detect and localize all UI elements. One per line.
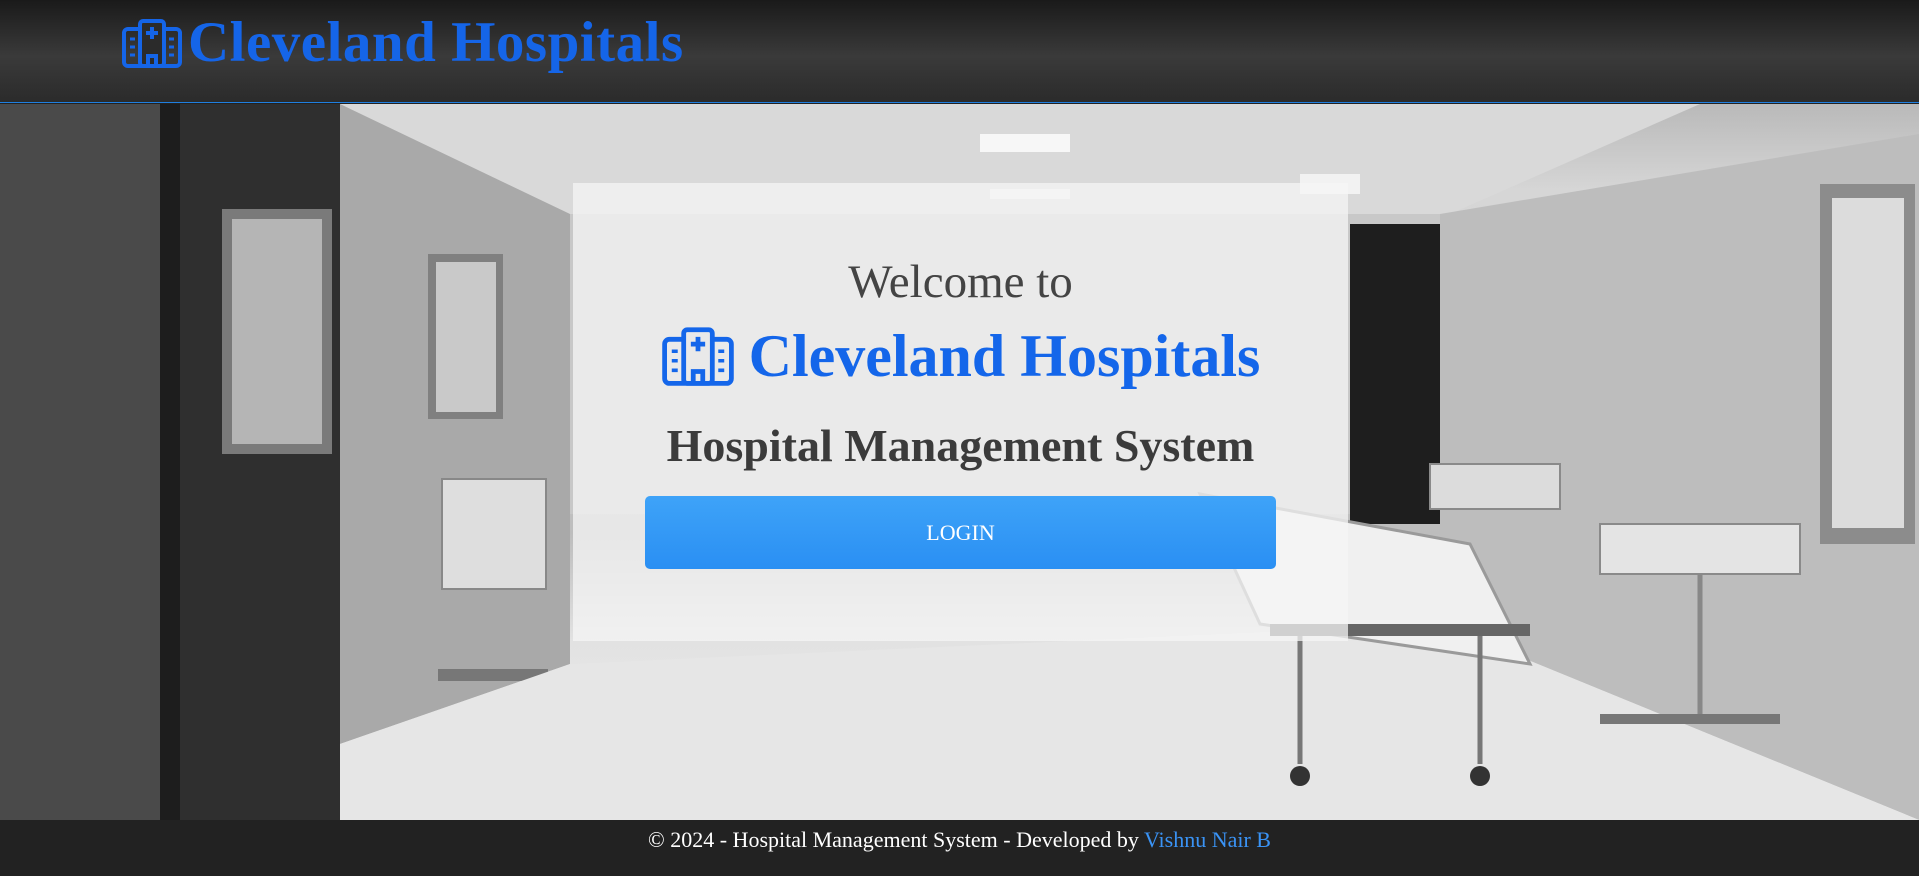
hero-section: Welcome to Cleveland Hospitals Hospital … xyxy=(0,104,1919,820)
card-brand: Cleveland Hospitals xyxy=(573,325,1348,387)
brand-link[interactable]: Cleveland Hospitals xyxy=(121,14,684,71)
welcome-heading: Welcome to xyxy=(848,256,1073,308)
brand-title: Cleveland Hospitals xyxy=(188,11,684,74)
welcome-card: Welcome to Cleveland Hospitals Hospital … xyxy=(573,183,1348,641)
system-subtitle: Hospital Management System xyxy=(666,420,1255,471)
top-navbar: Cleveland Hospitals xyxy=(0,0,1919,103)
footer: © 2024 - Hospital Management System - De… xyxy=(0,821,1919,876)
hospital-icon xyxy=(661,327,734,386)
hospital-icon xyxy=(122,18,182,68)
developer-link[interactable]: Vishnu Nair B xyxy=(1144,827,1271,852)
footer-text: © 2024 - Hospital Management System - De… xyxy=(648,827,1144,852)
card-brand-title: Cleveland Hospitals xyxy=(748,323,1261,389)
login-button[interactable]: LOGIN xyxy=(645,496,1276,569)
